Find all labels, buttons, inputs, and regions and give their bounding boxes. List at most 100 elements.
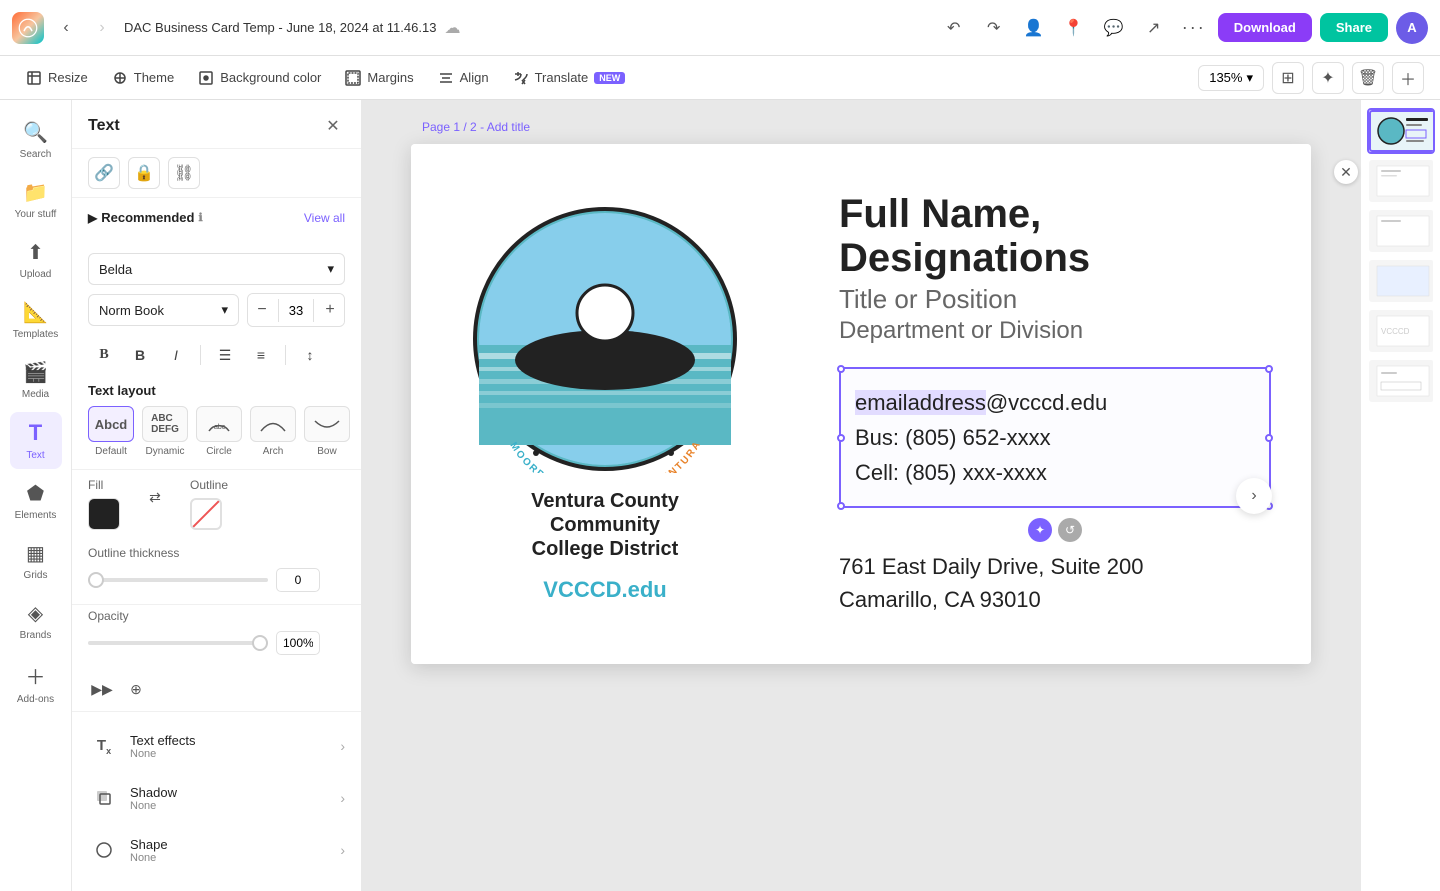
font-size-decrease-btn[interactable]: − bbox=[248, 294, 276, 326]
link-text-btn[interactable]: 🔗 bbox=[88, 157, 120, 189]
grids-icon: ▦ bbox=[26, 541, 45, 566]
font-size-increase-btn[interactable]: + bbox=[316, 294, 344, 326]
font-style-row: Norm Book ▾ − + bbox=[88, 293, 345, 327]
sidebar-item-brands[interactable]: ◈ Brands bbox=[10, 593, 62, 649]
comments-icon[interactable]: 💬 bbox=[1098, 12, 1130, 44]
move-icon-refresh[interactable]: ↺ bbox=[1058, 518, 1082, 542]
shape-item[interactable]: Shape None › bbox=[72, 824, 361, 876]
swap-colors-btn[interactable]: ⇄ bbox=[144, 486, 166, 508]
panel-close-btn[interactable]: ✕ bbox=[321, 114, 345, 138]
thickness-slider[interactable] bbox=[88, 578, 268, 582]
sidebar-item-text[interactable]: T Text bbox=[10, 412, 62, 469]
sidebar-item-grids[interactable]: ▦ Grids bbox=[10, 533, 62, 589]
magic-btn[interactable]: ✦ bbox=[1312, 62, 1344, 94]
handle-ml[interactable] bbox=[837, 434, 845, 442]
redo-btn[interactable]: ↷ bbox=[978, 12, 1010, 44]
add-title-link[interactable]: Add title bbox=[487, 120, 530, 134]
profile-icon[interactable]: 👤 bbox=[1018, 12, 1050, 44]
shadow-chevron: › bbox=[340, 790, 345, 806]
panel-header: Text ✕ bbox=[72, 100, 361, 149]
video-icon[interactable]: ▶▶ bbox=[88, 675, 116, 703]
bold-serif-btn[interactable]: B bbox=[88, 339, 120, 371]
italic-btn[interactable]: I bbox=[160, 339, 192, 371]
download-button[interactable]: Download bbox=[1218, 13, 1312, 42]
canva-logo[interactable] bbox=[12, 12, 44, 44]
layout-arch[interactable]: Arch bbox=[250, 406, 296, 457]
text-effects-item[interactable]: Tx Text effects None › bbox=[72, 720, 361, 772]
sidebar-item-search[interactable]: 🔍 Search bbox=[10, 112, 62, 168]
add-btn[interactable]: ＋ bbox=[1392, 62, 1424, 94]
font-family-select[interactable]: Belda ▾ bbox=[88, 253, 345, 285]
delete-btn[interactable]: 🗑 bbox=[1352, 62, 1384, 94]
bold-sans-btn[interactable]: B bbox=[124, 339, 156, 371]
align-tool[interactable]: Align bbox=[428, 65, 499, 91]
align-left-btn[interactable]: ☰ bbox=[209, 339, 241, 371]
thumbnail-6[interactable] bbox=[1367, 358, 1435, 404]
sidebar-item-your-stuff[interactable]: 📁 Your stuff bbox=[10, 172, 62, 228]
sidebar-item-upload[interactable]: ⬆ Upload bbox=[10, 232, 62, 288]
theme-tool[interactable]: Theme bbox=[102, 65, 184, 91]
bg-color-tool[interactable]: Background color bbox=[188, 65, 331, 91]
card-address2: Camarillo, CA 93010 bbox=[839, 583, 1271, 616]
fill-label: Fill bbox=[88, 478, 120, 492]
thumbnail-3[interactable] bbox=[1367, 208, 1435, 254]
line-spacing-btn[interactable]: ↕ bbox=[294, 339, 326, 371]
thumbnail-1[interactable] bbox=[1367, 108, 1435, 154]
activity-icon[interactable]: ↗ bbox=[1138, 12, 1170, 44]
thickness-value-input[interactable] bbox=[276, 568, 320, 592]
canvas-area[interactable]: Page 1 / 2 - Add title bbox=[362, 100, 1360, 891]
forward-arrow: › bbox=[88, 14, 116, 42]
sidebar-item-media[interactable]: 🎬 Media bbox=[10, 352, 62, 408]
handle-bl[interactable] bbox=[837, 502, 845, 510]
font-style-select[interactable]: Norm Book ▾ bbox=[88, 294, 239, 326]
thickness-slider-row bbox=[88, 568, 345, 592]
undo-btn[interactable]: ↶ bbox=[938, 12, 970, 44]
keyframe-icon[interactable]: ⊕ bbox=[122, 675, 150, 703]
sidebar-item-templates[interactable]: 📐 Templates bbox=[10, 292, 62, 348]
shape-chevron: › bbox=[340, 842, 345, 858]
back-arrow[interactable]: ‹ bbox=[52, 14, 80, 42]
user-avatar[interactable]: A bbox=[1396, 12, 1428, 44]
view-all-btn[interactable]: View all bbox=[304, 211, 345, 225]
translate-tool[interactable]: Translate NEW bbox=[503, 65, 636, 91]
layout-bow[interactable]: Bow bbox=[304, 406, 350, 457]
lock-btn[interactable]: 🔒 bbox=[128, 157, 160, 189]
resize-tool[interactable]: Resize bbox=[16, 65, 98, 91]
layout-default[interactable]: Abcd Default bbox=[88, 406, 134, 457]
next-page-arrow[interactable]: › bbox=[1236, 478, 1272, 514]
move-icon-plus[interactable]: ✦ bbox=[1028, 518, 1052, 542]
handle-tr[interactable] bbox=[1265, 365, 1273, 373]
zoom-control[interactable]: 135% ▾ bbox=[1198, 65, 1264, 91]
sidebar-item-elements[interactable]: ⬟ Elements bbox=[10, 473, 62, 529]
shadow-left: Shadow None bbox=[88, 782, 177, 814]
contact-box[interactable]: emailaddressemailaddress@vcccd.edu@vcccd… bbox=[839, 367, 1271, 509]
share-button[interactable]: Share bbox=[1320, 13, 1388, 42]
chain-btn[interactable]: ⛓ bbox=[168, 157, 200, 189]
align-center-btn[interactable]: ≡ bbox=[245, 339, 277, 371]
card-website: VCCCD.edu bbox=[543, 577, 666, 603]
opacity-value-input[interactable] bbox=[276, 631, 320, 655]
text-icon: T bbox=[29, 420, 42, 446]
shadow-icon bbox=[88, 782, 120, 814]
layout-dynamic[interactable]: ABCDEFG Dynamic bbox=[142, 406, 188, 457]
right-panel: VCCCD ✕ bbox=[1360, 100, 1440, 891]
sidebar-item-addons[interactable]: ＋ Add-ons bbox=[10, 653, 62, 713]
handle-tl[interactable] bbox=[837, 365, 845, 373]
fill-color-swatch[interactable] bbox=[88, 498, 120, 530]
layout-circle[interactable]: abc Circle bbox=[196, 406, 242, 457]
thumbnail-2[interactable] bbox=[1367, 158, 1435, 204]
thumbnail-4[interactable] bbox=[1367, 258, 1435, 304]
thumbnail-5[interactable]: VCCCD bbox=[1367, 308, 1435, 354]
animation-item[interactable]: Animation None › bbox=[72, 876, 361, 891]
handle-mr[interactable] bbox=[1265, 434, 1273, 442]
text-effects-chevron: › bbox=[340, 738, 345, 754]
new-badge: NEW bbox=[594, 72, 625, 84]
more-options-btn[interactable]: ··· bbox=[1178, 12, 1210, 44]
grid-view-btn[interactable]: ⊞ bbox=[1272, 62, 1304, 94]
font-size-input[interactable] bbox=[278, 299, 314, 322]
outline-color-swatch[interactable] bbox=[190, 498, 222, 530]
opacity-slider[interactable] bbox=[88, 641, 268, 645]
shadow-item[interactable]: Shadow None › bbox=[72, 772, 361, 824]
margins-tool[interactable]: Margins bbox=[335, 65, 423, 91]
location-icon[interactable]: 📍 bbox=[1058, 12, 1090, 44]
